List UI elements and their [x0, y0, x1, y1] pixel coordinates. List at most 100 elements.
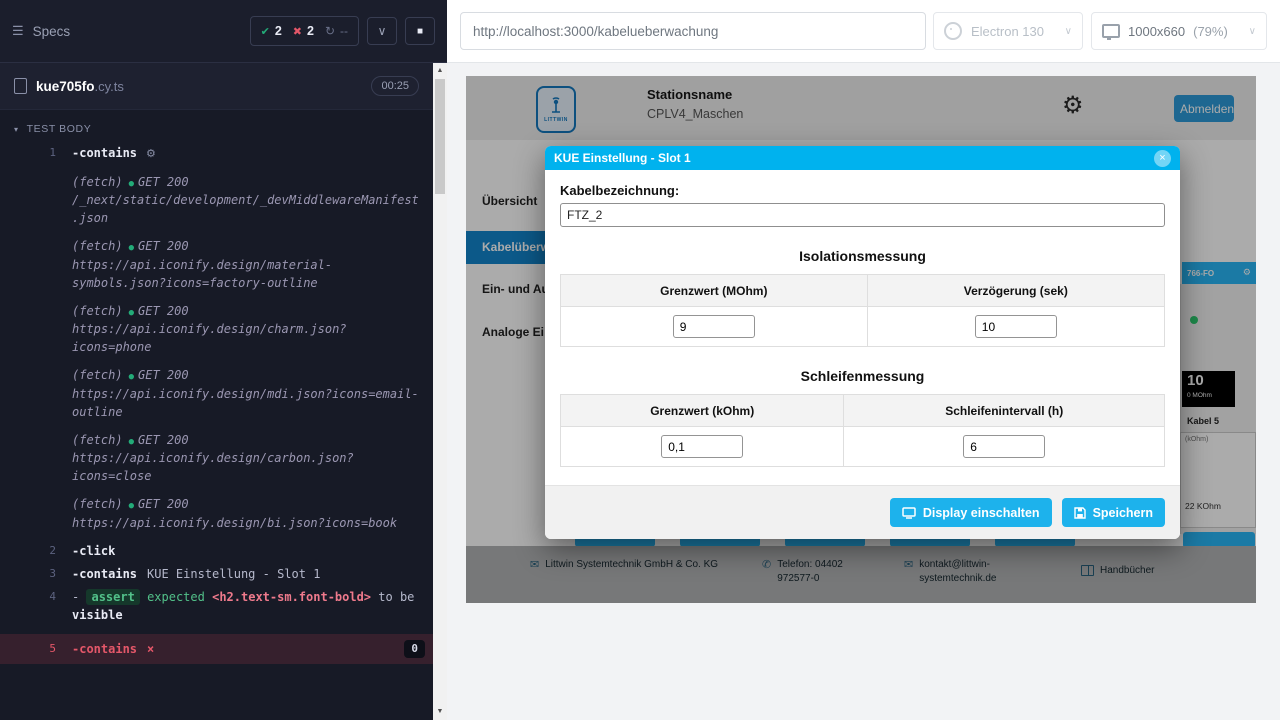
status-ok-dot-icon: ● [129, 243, 134, 253]
fetch-url: https://api.iconify.design/material-symb… [72, 256, 425, 292]
reporter-header: ☰ Specs ✔ 2 ✖ 2 ↻ -- ∨ [0, 0, 447, 63]
cable-designation-label: Kabelbezeichnung: [560, 183, 1165, 198]
assert-expected: expected [147, 590, 205, 604]
command-contains-failed[interactable]: 5 -contains × 0 [0, 634, 433, 665]
log-fetch-entry[interactable]: (fetch)●GET 200 https://api.iconify.desi… [0, 493, 433, 534]
stop-icon: ■ [417, 26, 423, 37]
scroll-up-icon[interactable]: ▲ [437, 66, 444, 76]
fetch-url: https://api.iconify.design/carbon.json?i… [72, 449, 425, 485]
command-name: -contains [72, 640, 137, 658]
reporter-scrollbar[interactable]: ▲ ▼ [433, 63, 447, 720]
scrollbar-thumb[interactable] [435, 79, 445, 194]
passed-count: 2 [275, 24, 282, 38]
command-contains-1[interactable]: 1 -contains ⚙ [0, 142, 433, 165]
schleifenintervall-input[interactable] [963, 435, 1045, 458]
schleifen-table: Grenzwert (kOhm) Schleifenintervall (h) [560, 394, 1165, 467]
command-number: 5 [0, 640, 56, 658]
browser-select[interactable]: Electron 130 ∨ [933, 12, 1083, 50]
grenzwert-mohm-input[interactable] [673, 315, 755, 338]
command-number: 1 [0, 144, 56, 162]
fetch-label: (fetch) [72, 304, 123, 318]
fetch-url: https://api.iconify.design/charm.json?ic… [72, 320, 425, 356]
isolation-section-title: Isolationsmessung [560, 248, 1165, 264]
stop-run-button[interactable]: ■ [405, 17, 435, 45]
spec-file-header[interactable]: kue705fo .cy.ts 00:25 [0, 63, 433, 110]
status-ok-dot-icon: ● [129, 437, 134, 447]
collapse-tests-button[interactable]: ∨ [367, 17, 397, 45]
modal-title: KUE Einstellung - Slot 1 [554, 151, 691, 165]
pending-count: -- [340, 24, 348, 38]
modal-footer: Display einschalten Speichern [545, 485, 1180, 539]
chevron-down-icon: ∨ [1065, 26, 1072, 37]
fetch-status: GET 200 [138, 239, 189, 253]
command-options-gear-icon: ⚙ [146, 147, 156, 160]
assert-badge: assert [86, 589, 139, 605]
fetch-status: GET 200 [138, 368, 189, 382]
specs-label: Specs [33, 24, 71, 39]
table-row [561, 427, 1165, 467]
spec-extension: .cy.ts [95, 79, 124, 94]
test-body-section[interactable]: ▾ TEST BODY [0, 110, 433, 141]
modal-header: KUE Einstellung - Slot 1 × [545, 146, 1180, 170]
monitor-icon [902, 507, 916, 519]
command-number: 3 [0, 565, 56, 583]
fetch-label: (fetch) [72, 433, 123, 447]
status-ok-dot-icon: ● [129, 308, 134, 318]
fetch-label: (fetch) [72, 175, 123, 189]
verzoegerung-sek-input[interactable] [975, 315, 1057, 338]
url-input[interactable] [460, 12, 926, 50]
viewport-zoom: (79%) [1193, 24, 1228, 39]
display-on-button[interactable]: Display einschalten [890, 498, 1052, 527]
spec-timer: 00:25 [371, 76, 419, 96]
viewport-select[interactable]: 1000x660 (79%) ∨ [1091, 12, 1267, 50]
fetch-status: GET 200 [138, 497, 189, 511]
close-icon[interactable]: × [1154, 150, 1171, 167]
test-stats[interactable]: ✔ 2 ✖ 2 ↻ -- [250, 16, 359, 46]
specs-list-icon: ☰ [12, 23, 24, 39]
passed-check-icon: ✔ [261, 25, 270, 38]
log-fetch-entry[interactable]: (fetch) ● GET 200 https://api.iconify.desi… [0, 300, 433, 359]
isolation-table: Grenzwert (MOhm) Verzögerung (sek) [560, 274, 1165, 347]
fetch-status: GET 200 [138, 433, 189, 447]
assert-selector: <h2.text-sm.font-bold> [212, 590, 371, 604]
floppy-save-icon [1074, 507, 1086, 519]
command-number: 4 [0, 588, 56, 606]
browser-icon [944, 22, 962, 40]
grenzwert-kohm-input[interactable] [661, 435, 743, 458]
log-fetch-entry[interactable]: (fetch)●GET 200 /_next/static/developmen… [0, 171, 433, 230]
log-fetch-entry[interactable]: (fetch)●GET 200 https://api.iconify.desi… [0, 235, 433, 294]
chevron-down-icon: ∨ [1249, 26, 1256, 37]
command-assert[interactable]: 4 - assert expected <h2.text-sm.font-bol… [0, 586, 433, 626]
schleifen-section-title: Schleifenmessung [560, 368, 1165, 384]
command-click[interactable]: 2 -click [0, 540, 433, 562]
command-name: -contains [72, 146, 137, 160]
command-log: kue705fo .cy.ts 00:25 ▾ TEST BODY 1 -con… [0, 63, 433, 720]
chevron-down-icon: ∨ [378, 24, 387, 38]
column-header-grenzwert-mohm: Grenzwert (MOhm) [561, 275, 868, 307]
spec-file-icon [14, 78, 27, 94]
log-fetch-entry[interactable]: (fetch) ● GET 200 https://api.iconify.desi… [0, 429, 433, 488]
aut-toolbar: Electron 130 ∨ 1000x660 (79%) ∨ [447, 0, 1280, 63]
fetch-url: https://api.iconify.design/bi.json?icons… [72, 514, 425, 532]
command-contains-3[interactable]: 3 -containsKUE Einstellung - Slot 1 [0, 563, 433, 585]
log-fetch-entry[interactable]: (fetch)●GET 200 https://api.iconify.desi… [0, 364, 433, 423]
aut-stage: LITTWIN Stationsname CPLV4_Maschen ⚙ Abm… [447, 63, 1280, 720]
failed-count: 2 [307, 24, 314, 38]
status-ok-dot-icon: ● [129, 501, 134, 511]
command-argument: × [147, 640, 154, 658]
save-button[interactable]: Speichern [1062, 498, 1165, 527]
command-argument: KUE Einstellung - Slot 1 [147, 567, 320, 581]
command-number: 2 [0, 542, 56, 560]
cable-designation-input[interactable] [560, 203, 1165, 227]
table-row [561, 307, 1165, 347]
browser-label: Electron 130 [971, 24, 1044, 39]
spec-name: kue705fo [36, 79, 95, 94]
scroll-down-icon[interactable]: ▼ [437, 707, 444, 717]
command-count-badge: 0 [404, 640, 425, 659]
section-label: TEST BODY [27, 123, 92, 135]
status-ok-dot-icon: ● [129, 179, 134, 189]
failed-x-icon: ✖ [293, 25, 302, 38]
specs-menu[interactable]: ☰ Specs [12, 23, 70, 39]
chevron-expanded-icon: ▾ [14, 125, 19, 134]
fetch-status: GET 200 [138, 304, 189, 318]
